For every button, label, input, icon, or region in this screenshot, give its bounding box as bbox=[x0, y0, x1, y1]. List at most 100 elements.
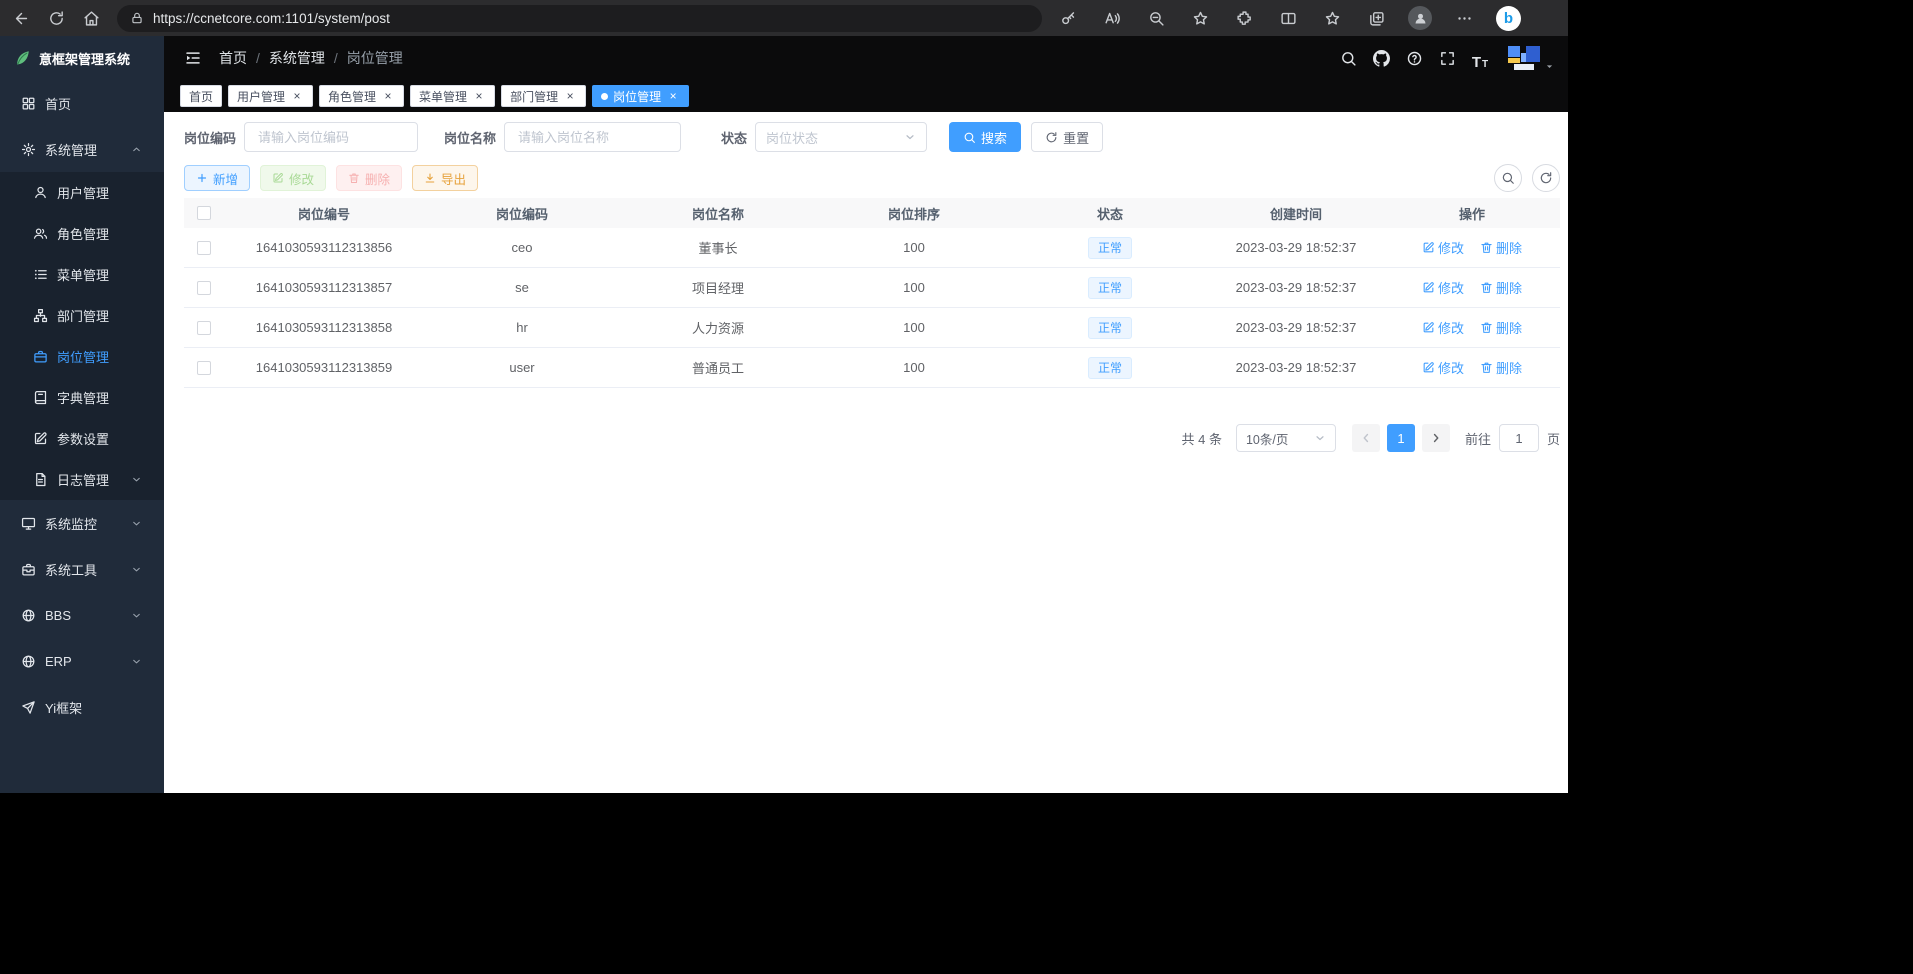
row-edit-button[interactable]: 修改 bbox=[1422, 278, 1464, 297]
sidebar-item-menu-mgmt[interactable]: 菜单管理 bbox=[0, 254, 164, 295]
search-button[interactable]: 搜索 bbox=[949, 122, 1021, 152]
close-tab-icon[interactable]: × bbox=[290, 89, 304, 103]
github-button[interactable] bbox=[1370, 46, 1392, 70]
sidebar-item-erp[interactable]: ERP bbox=[0, 638, 164, 684]
row-checkbox[interactable] bbox=[197, 321, 211, 335]
row-edit-button[interactable]: 修改 bbox=[1422, 318, 1464, 337]
sidebar-item-role-mgmt[interactable]: 角色管理 bbox=[0, 213, 164, 254]
sidebar-item-home[interactable]: 首页 bbox=[0, 80, 164, 126]
breadcrumb-separator: / bbox=[334, 50, 338, 66]
actions-cell: 修改删除 bbox=[1384, 348, 1560, 387]
home-button[interactable] bbox=[76, 3, 106, 33]
favorites-icon[interactable] bbox=[1320, 5, 1344, 31]
sidebar-item-log-mgmt[interactable]: 日志管理 bbox=[0, 459, 164, 500]
goto-page-input[interactable] bbox=[1499, 424, 1539, 452]
url-text: https://ccnetcore.com:1101/system/post bbox=[153, 11, 390, 26]
more-options-icon[interactable] bbox=[1452, 5, 1476, 31]
close-tab-icon[interactable]: × bbox=[472, 89, 486, 103]
back-button[interactable] bbox=[6, 3, 36, 33]
actions-cell: 修改删除 bbox=[1384, 228, 1560, 267]
copilot-bing-icon[interactable]: b bbox=[1496, 6, 1521, 31]
extensions-icon[interactable] bbox=[1232, 5, 1256, 31]
row-checkbox[interactable] bbox=[197, 361, 211, 375]
edit-button[interactable]: 修改 bbox=[260, 165, 326, 191]
tab-dept-mgmt[interactable]: 部门管理× bbox=[501, 85, 586, 107]
help-button[interactable] bbox=[1403, 46, 1425, 70]
font-size-icon: T bbox=[1472, 55, 1481, 70]
row-delete-button[interactable]: 删除 bbox=[1480, 318, 1522, 337]
close-tab-icon[interactable]: × bbox=[381, 89, 395, 103]
collections-icon[interactable] bbox=[1364, 5, 1388, 31]
toggle-search-button[interactable] bbox=[1494, 164, 1522, 192]
split-screen-icon[interactable] bbox=[1276, 5, 1300, 31]
back-icon bbox=[13, 10, 30, 27]
sidebar-item-label: 岗位管理 bbox=[57, 347, 109, 366]
tab-post-mgmt[interactable]: 岗位管理× bbox=[592, 85, 689, 107]
reset-button[interactable]: 重置 bbox=[1031, 122, 1103, 152]
add-favorite-icon[interactable] bbox=[1188, 5, 1212, 31]
close-tab-icon[interactable]: × bbox=[666, 89, 680, 103]
sidebar-item-dict-mgmt[interactable]: 字典管理 bbox=[0, 377, 164, 418]
post-name-input[interactable] bbox=[516, 129, 669, 146]
row-edit-button[interactable]: 修改 bbox=[1422, 358, 1464, 377]
sidebar-item-label: ERP bbox=[45, 654, 72, 669]
reload-button[interactable] bbox=[41, 3, 71, 33]
briefcase-icon bbox=[33, 349, 48, 364]
read-aloud-icon[interactable] bbox=[1100, 5, 1124, 31]
sidebar-item-post-mgmt[interactable]: 岗位管理 bbox=[0, 336, 164, 377]
post-id-cell: 1641030593112313859 bbox=[224, 348, 424, 387]
sidebar-item-label: 用户管理 bbox=[57, 183, 109, 202]
post-code-input[interactable] bbox=[256, 129, 406, 146]
user-avatar[interactable] bbox=[1506, 45, 1554, 72]
sidebar-item-system-mgmt[interactable]: 系统管理 bbox=[0, 126, 164, 172]
header-search-button[interactable] bbox=[1337, 46, 1359, 70]
row-delete-button[interactable]: 删除 bbox=[1480, 278, 1522, 297]
add-button[interactable]: 新增 bbox=[184, 165, 250, 191]
breadcrumb-item[interactable]: 系统管理 bbox=[269, 48, 325, 68]
delete-button[interactable]: 删除 bbox=[336, 165, 402, 191]
address-bar[interactable]: https://ccnetcore.com:1101/system/post bbox=[117, 5, 1042, 32]
tab-menu-mgmt[interactable]: 菜单管理× bbox=[410, 85, 495, 107]
sidebar-item-dept-mgmt[interactable]: 部门管理 bbox=[0, 295, 164, 336]
row-delete-button[interactable]: 删除 bbox=[1480, 358, 1522, 377]
sidebar-item-bbs[interactable]: BBS bbox=[0, 592, 164, 638]
row-checkbox[interactable] bbox=[197, 281, 211, 295]
site-lock-icon[interactable] bbox=[130, 11, 144, 25]
tab-home[interactable]: 首页 bbox=[180, 85, 222, 107]
sidebar-item-label: 角色管理 bbox=[57, 224, 109, 243]
status-cell: 正常 bbox=[1012, 308, 1208, 347]
page-size-select[interactable]: 10条/页 bbox=[1236, 424, 1336, 452]
next-page-button[interactable] bbox=[1422, 424, 1450, 452]
prev-page-button[interactable] bbox=[1352, 424, 1380, 452]
collapse-sidebar-button[interactable] bbox=[182, 46, 204, 70]
page-unit-label: 页 bbox=[1547, 429, 1560, 448]
status-select[interactable]: 岗位状态 bbox=[755, 122, 927, 152]
password-key-icon[interactable] bbox=[1056, 5, 1080, 31]
trash-icon bbox=[348, 172, 360, 184]
sidebar-item-label: 字典管理 bbox=[57, 388, 109, 407]
profile-avatar[interactable] bbox=[1408, 6, 1432, 30]
fullscreen-button[interactable] bbox=[1436, 46, 1458, 70]
sidebar-item-system-tools[interactable]: 系统工具 bbox=[0, 546, 164, 592]
tab-user-mgmt[interactable]: 用户管理× bbox=[228, 85, 313, 107]
home-icon bbox=[83, 10, 100, 27]
post-name-cell: 董事长 bbox=[620, 228, 816, 267]
page-number-button[interactable]: 1 bbox=[1387, 424, 1415, 452]
export-button[interactable]: 导出 bbox=[412, 165, 478, 191]
font-size-button[interactable]: TT bbox=[1469, 46, 1491, 70]
sidebar-item-param-settings[interactable]: 参数设置 bbox=[0, 418, 164, 459]
select-all-checkbox[interactable] bbox=[197, 206, 211, 220]
sidebar-item-user-mgmt[interactable]: 用户管理 bbox=[0, 172, 164, 213]
row-edit-button[interactable]: 修改 bbox=[1422, 238, 1464, 257]
sidebar-menu: 首页系统管理用户管理角色管理菜单管理部门管理岗位管理字典管理参数设置日志管理系统… bbox=[0, 80, 164, 730]
breadcrumb-item[interactable]: 首页 bbox=[219, 48, 247, 68]
close-tab-icon[interactable]: × bbox=[563, 89, 577, 103]
zoom-icon[interactable] bbox=[1144, 5, 1168, 31]
user-logo-image bbox=[1506, 45, 1542, 72]
tab-role-mgmt[interactable]: 角色管理× bbox=[319, 85, 404, 107]
row-delete-button[interactable]: 删除 bbox=[1480, 238, 1522, 257]
sidebar-item-system-monitor[interactable]: 系统监控 bbox=[0, 500, 164, 546]
sidebar-item-yi-framework[interactable]: Yi框架 bbox=[0, 684, 164, 730]
refresh-table-button[interactable] bbox=[1532, 164, 1560, 192]
row-checkbox[interactable] bbox=[197, 241, 211, 255]
